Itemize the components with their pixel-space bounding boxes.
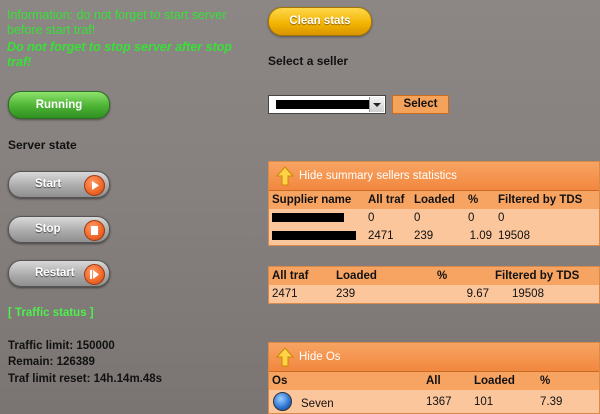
info-warning: Do not forget to stop server after stop … — [7, 40, 233, 69]
chevron-down-icon[interactable] — [369, 97, 384, 112]
col-all-traf: All traf — [365, 191, 411, 209]
all-traf-cell: 2471 — [368, 230, 394, 242]
select-seller-label: Select a seller — [268, 54, 349, 68]
table-row: 0 0 0 0 — [269, 209, 599, 227]
col-supplier-name: Supplier name — [269, 191, 365, 209]
sellers-summary-toggle-label: Hide summary sellers statistics — [299, 170, 457, 182]
filtered-cell: 19508 — [498, 230, 530, 242]
running-status-button[interactable]: Running — [8, 91, 110, 119]
sellers-stats-table: Supplier name All traf Loaded % Filtered… — [269, 191, 599, 245]
select-button[interactable]: Select — [392, 95, 449, 114]
traffic-remain: Remain: 126389 — [8, 356, 95, 368]
seller-dropdown[interactable] — [268, 95, 386, 114]
loaded-cell: 101 — [474, 396, 494, 408]
redacted-supplier-name — [272, 231, 356, 241]
play-icon — [84, 175, 105, 196]
percent-cell: 1.09 — [469, 230, 492, 242]
col-loaded: Loaded — [333, 267, 434, 285]
table-row: 2471 239 1.09 19508 — [269, 227, 599, 245]
os-toggle-label: Hide Os — [299, 351, 341, 363]
all-cell: 1367 — [426, 396, 452, 408]
col-loaded: Loaded — [411, 191, 465, 209]
loaded-cell: 0 — [414, 212, 421, 224]
os-table: Os All Loaded % Seven 1367 101 7.39 — [269, 372, 599, 413]
sellers-summary-panel: Hide summary sellers statistics Supplier… — [268, 161, 600, 246]
table-header-row: Supplier name All traf Loaded % Filtered… — [269, 191, 599, 209]
loaded-cell: 239 — [414, 230, 434, 242]
col-all-traf: All traf — [269, 267, 333, 285]
stop-icon — [84, 220, 105, 241]
all-traf-cell: 0 — [368, 212, 375, 224]
table-row: 2471 239 9.67 19508 — [269, 285, 599, 303]
table-row: Seven 1367 101 7.39 — [269, 390, 599, 413]
col-filtered-by-tds: Filtered by TDS — [492, 267, 599, 285]
all-traf-cell: 2471 — [272, 288, 298, 300]
arrow-up-icon — [275, 166, 295, 186]
percent-cell: 9.67 — [466, 288, 489, 300]
os-cell: Seven — [269, 390, 423, 413]
windows-icon — [273, 392, 292, 411]
col-loaded: Loaded — [471, 372, 537, 390]
start-label: Start — [35, 178, 62, 190]
supplier-name-cell — [269, 209, 365, 227]
filtered-cell: 19508 — [512, 288, 544, 300]
percent-cell: 0 — [468, 212, 475, 224]
traffic-limit-reset: Traf limit reset: 14h.14m.48s — [8, 373, 163, 385]
start-button[interactable]: Start — [8, 171, 110, 198]
col-os: Os — [269, 372, 423, 390]
restart-icon — [84, 264, 105, 285]
restart-button[interactable]: Restart — [8, 260, 110, 287]
totals-table: All traf Loaded % Filtered by TDS 2471 2… — [269, 267, 599, 303]
traffic-status-label[interactable]: [ Traffic status ] — [8, 307, 94, 319]
server-state-label: Server state — [8, 138, 77, 152]
loaded-cell: 239 — [336, 288, 356, 300]
os-toggle[interactable]: Hide Os — [269, 343, 599, 372]
clean-stats-button[interactable]: Clean stats — [268, 7, 372, 36]
traffic-limit: Traffic limit: 150000 — [8, 340, 115, 352]
totals-panel: All traf Loaded % Filtered by TDS 2471 2… — [268, 266, 600, 304]
col-all: All — [423, 372, 471, 390]
restart-label: Restart — [35, 267, 75, 279]
col-filtered-by-tds: Filtered by TDS — [495, 191, 599, 209]
stop-label: Stop — [35, 223, 61, 235]
info-message: Information: do not forget to start serv… — [7, 8, 227, 37]
table-header-row: Os All Loaded % — [269, 372, 599, 390]
percent-cell: 7.39 — [540, 396, 563, 408]
os-panel: Hide Os Os All Loaded % Seven 1367 101 7… — [268, 342, 600, 414]
sellers-summary-toggle[interactable]: Hide summary sellers statistics — [269, 162, 599, 191]
col-percent: % — [537, 372, 599, 390]
table-header-row: All traf Loaded % Filtered by TDS — [269, 267, 599, 285]
filtered-cell: 0 — [498, 212, 505, 224]
stop-button[interactable]: Stop — [8, 216, 110, 243]
redacted-seller-name — [276, 100, 369, 109]
supplier-name-cell — [269, 227, 365, 245]
col-percent: % — [434, 267, 492, 285]
redacted-supplier-name — [272, 213, 344, 223]
col-percent: % — [465, 191, 495, 209]
os-name: Seven — [301, 398, 334, 410]
arrow-up-icon — [275, 347, 295, 367]
